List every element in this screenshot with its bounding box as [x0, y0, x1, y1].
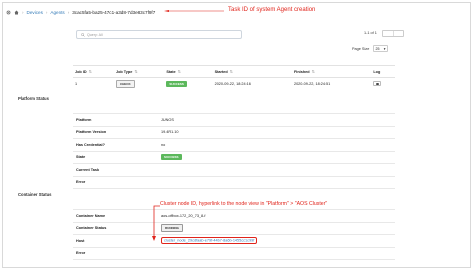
- field-label: Has Credential?: [76, 142, 105, 147]
- job-finished: 2020-09-22, 18:24:51: [291, 77, 372, 89]
- jobs-table: Job ID ⇅ Job Type ⇅ State ⇅ Started ⇅ Finish…: [73, 65, 395, 89]
- platform-row: Platform JUNOS: [73, 113, 395, 126]
- platform-status-panel: Platform JUNOS Platform Version 19.4R1.1…: [73, 113, 395, 189]
- column-header[interactable]: Job Type ⇅: [113, 65, 165, 78]
- field-value: no: [161, 142, 166, 147]
- job-id: 1: [73, 77, 114, 89]
- annotation-arrow: [152, 205, 160, 241]
- search-icon: [81, 32, 85, 37]
- field-label: Host: [76, 238, 85, 243]
- current-task-row: Current Task: [73, 163, 395, 176]
- column-header[interactable]: Finished ⇅: [291, 65, 372, 78]
- field-label: Platform: [76, 117, 92, 122]
- chevron-down-icon: ▾: [383, 46, 386, 51]
- gear-icon[interactable]: [6, 10, 11, 15]
- has-credential-row: Has Credential? no: [73, 138, 395, 151]
- table-row: 1 CHECK SUCCESS 2020-09-22, 18:24:16 202…: [73, 77, 395, 89]
- error-row: Error: [73, 175, 395, 189]
- page-size-value: 25: [375, 46, 380, 51]
- field-label: Current Task: [76, 167, 100, 172]
- field-value: aos-offbox-172_20_73_8-f: [161, 213, 206, 218]
- field-label: State: [76, 155, 86, 160]
- column-header[interactable]: Started ⇅: [212, 65, 292, 78]
- field-label: Container Name: [76, 213, 106, 218]
- status-badge: RUNNING: [161, 224, 183, 233]
- container-name-row: Container Name aos-offbox-172_20_73_8-f: [73, 209, 395, 222]
- status-badge: SUCCESS: [166, 80, 187, 87]
- container-status-panel: Container Name aos-offbox-172_20_73_8-f …: [73, 209, 395, 260]
- breadcrumb-agents[interactable]: Agents: [50, 10, 64, 15]
- breadcrumb-separator: ›: [67, 9, 70, 15]
- breadcrumb-agent-id: 3cac5fa5-ba25-47c1-a3d8-7d3e83c7f9f7: [72, 9, 156, 15]
- page-size-label: Page Size: [352, 47, 370, 51]
- page-size-select[interactable]: 25 ▾: [373, 45, 388, 52]
- cluster-node-link[interactable]: cluster_node_29cdfaab-e79f-44b7-8a6b-145…: [161, 237, 258, 245]
- platform-version-row: Platform Version 19.4R1.10: [73, 125, 395, 139]
- home-icon[interactable]: [14, 10, 19, 15]
- table-header-row: Job ID ⇅ Job Type ⇅ State ⇅ Started ⇅ Finish…: [73, 65, 395, 78]
- column-header[interactable]: State ⇅: [164, 65, 213, 78]
- container-status-heading: Container Status: [18, 192, 52, 197]
- breadcrumb: › Devices › Agents › 3cac5fa5-ba25-47c1-…: [6, 7, 155, 17]
- breadcrumb-separator: ›: [22, 9, 24, 15]
- field-label: Error: [76, 180, 86, 185]
- field-label: Platform Version: [76, 130, 107, 135]
- status-badge: SUCCESS: [161, 154, 182, 161]
- breadcrumb-separator: ›: [45, 9, 48, 15]
- view-log-button[interactable]: [373, 80, 382, 86]
- result-count: 1-1 of 1: [364, 31, 377, 35]
- column-header[interactable]: Job ID ⇅: [73, 65, 114, 78]
- breadcrumb-devices[interactable]: Devices: [27, 10, 43, 15]
- search-placeholder: Query: All: [87, 32, 103, 37]
- platform-status-heading: Platform Status: [18, 96, 49, 101]
- field-value: JUNOS: [161, 117, 174, 122]
- prev-page-button[interactable]: [383, 31, 394, 36]
- pagination-controls[interactable]: [382, 30, 404, 37]
- annotation-arrow: [164, 10, 224, 12]
- job-started: 2020-09-22, 18:24:16: [212, 77, 292, 89]
- field-label: Error: [76, 251, 86, 256]
- container-status-row: Container Status RUNNING: [73, 221, 395, 235]
- error-row: Error: [73, 246, 395, 260]
- search-input[interactable]: Query: All: [76, 30, 242, 39]
- annotation-cluster-node: Cluster node ID, hyperlink to the node v…: [160, 201, 328, 207]
- next-page-button[interactable]: [394, 31, 404, 36]
- column-header: Log: [371, 65, 395, 78]
- host-row: Host cluster_node_29cdfaab-e79f-44b7-8a6…: [73, 234, 395, 247]
- state-row: State SUCCESS: [73, 150, 395, 164]
- job-type-badge: CHECK: [115, 79, 135, 88]
- field-value: 19.4R1.10: [161, 130, 179, 135]
- field-label: Container Status: [76, 226, 107, 231]
- annotation-task-id: Task ID of system Agent creation: [228, 7, 316, 13]
